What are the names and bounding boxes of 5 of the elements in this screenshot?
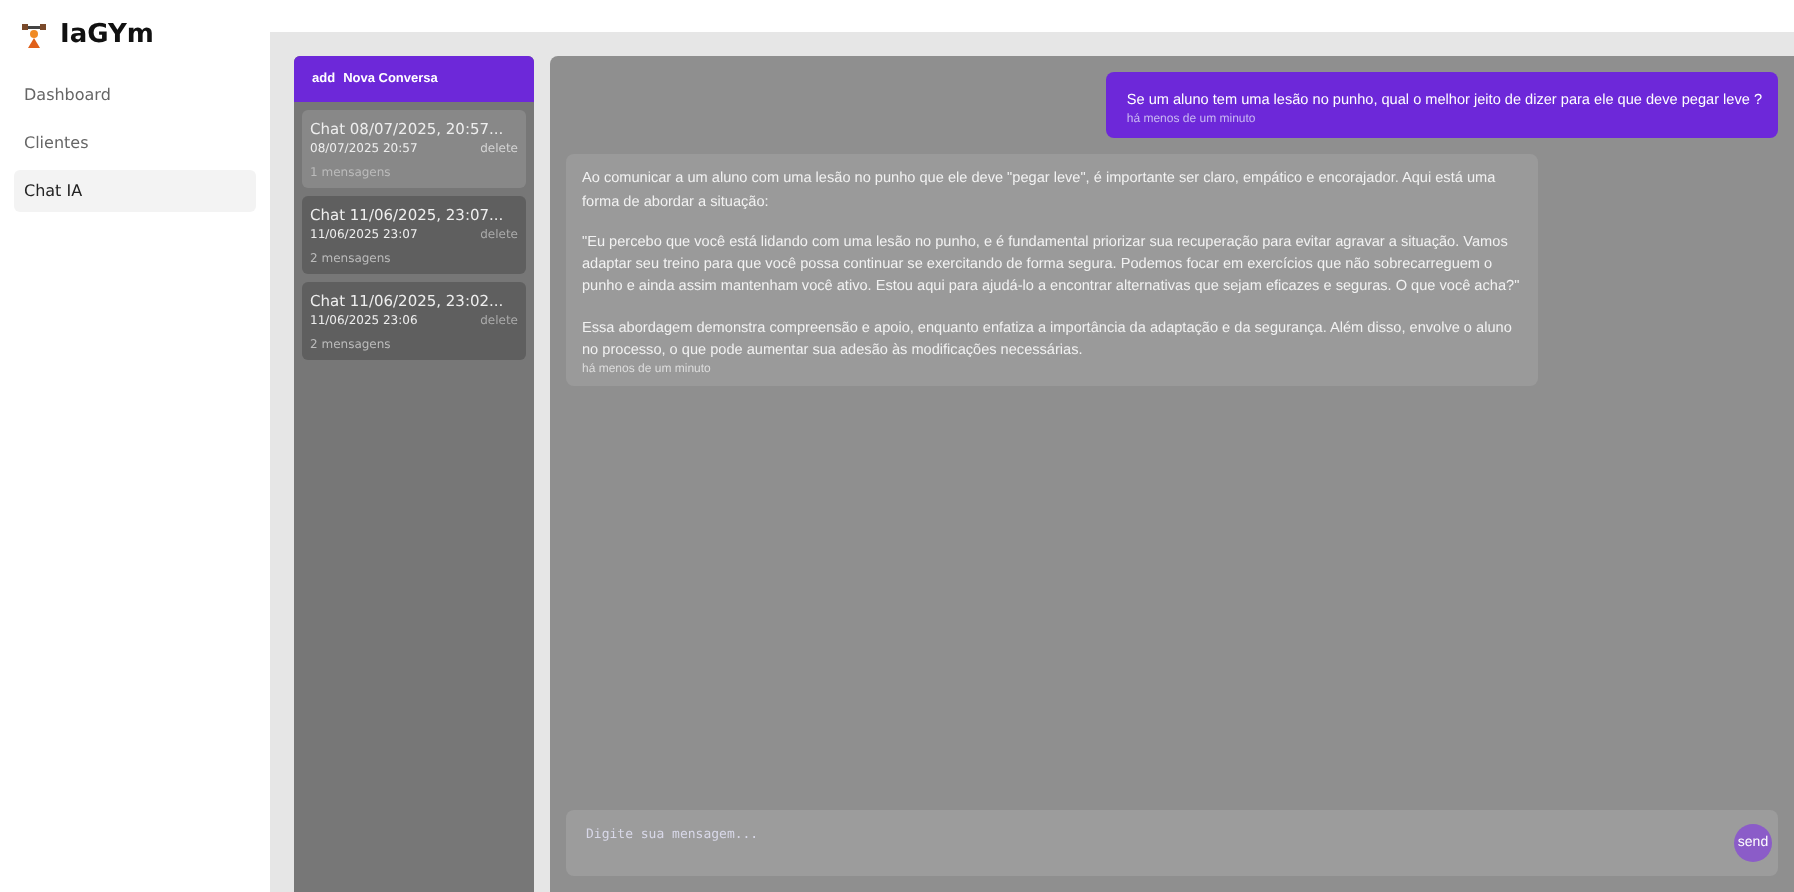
dumbbell-figure-icon: [20, 21, 48, 49]
app-title: IaGYm: [60, 20, 154, 50]
nav-item[interactable]: Clientes: [14, 122, 256, 164]
nav-item[interactable]: Chat IA: [14, 170, 256, 212]
nav-item[interactable]: Dashboard: [14, 74, 256, 116]
